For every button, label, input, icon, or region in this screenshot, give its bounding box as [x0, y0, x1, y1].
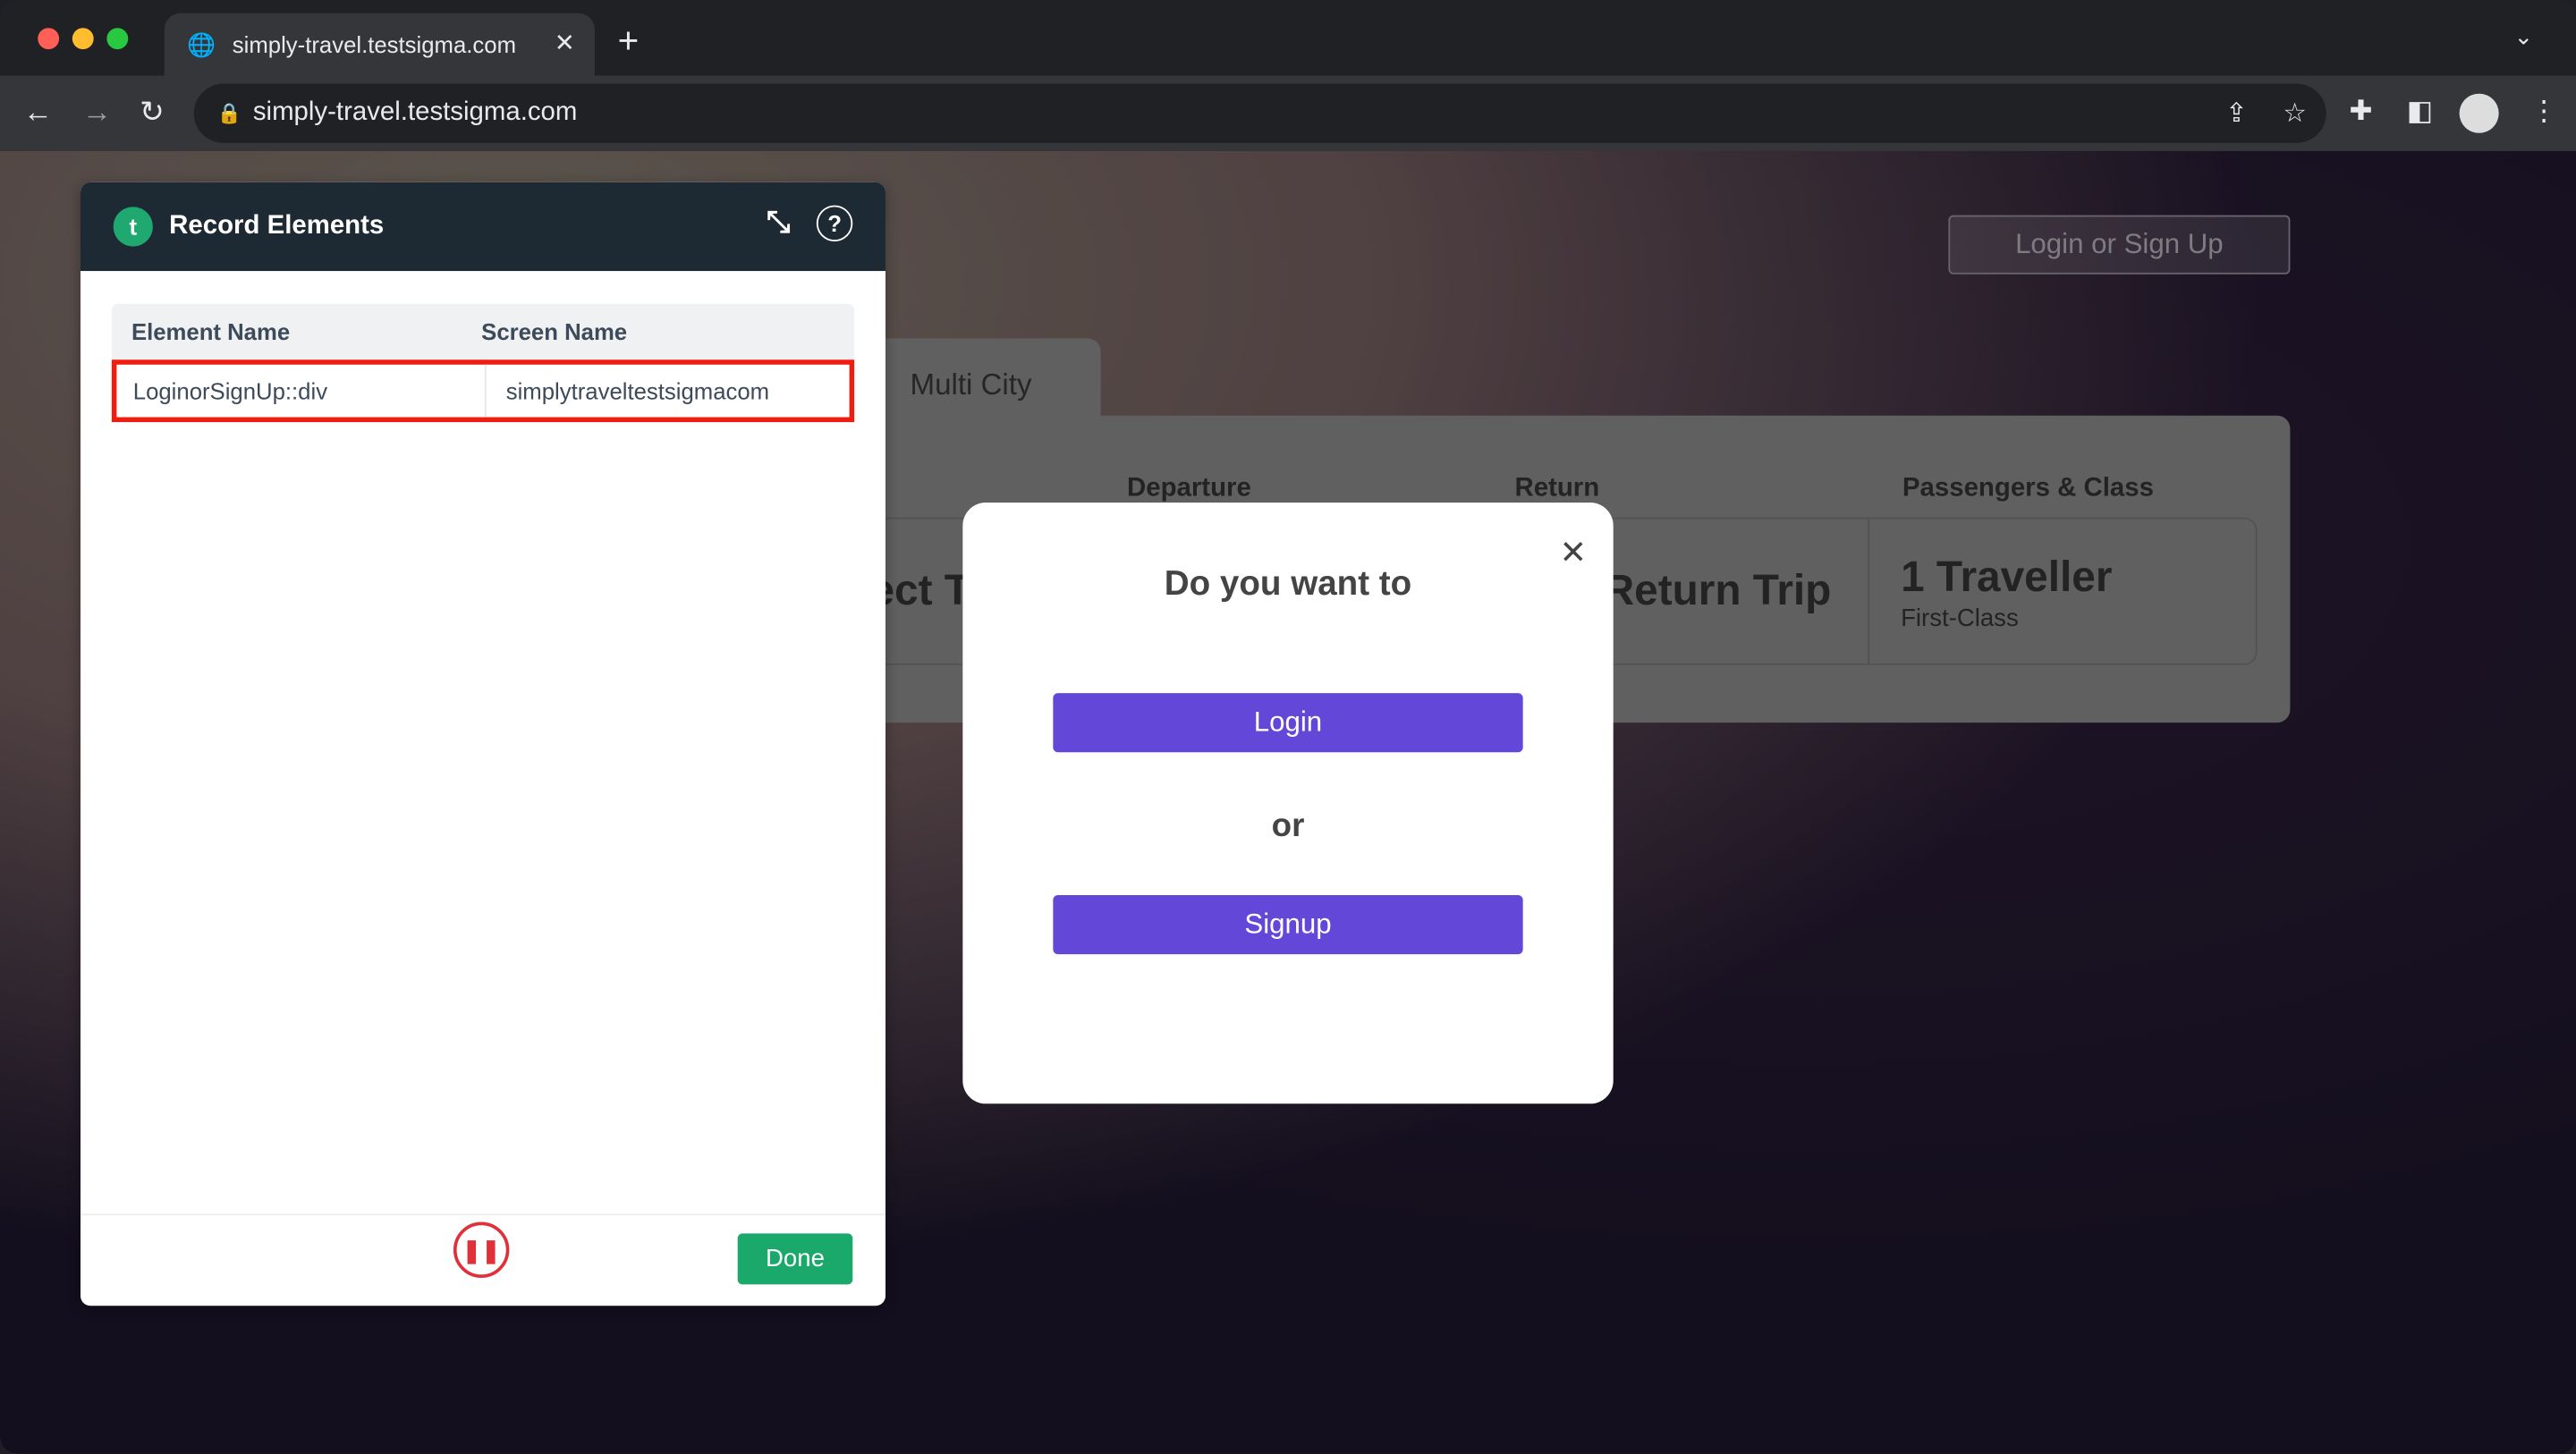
back-icon[interactable]: ←: [23, 96, 53, 131]
minimize-arrows-icon[interactable]: ⤡: [767, 206, 790, 241]
window-zoom-button[interactable]: [106, 28, 129, 50]
table-header: Element Name Screen Name: [111, 303, 855, 360]
close-tab-icon[interactable]: ✕: [555, 28, 575, 57]
column-screen-name: Screen Name: [481, 318, 628, 345]
address-bar[interactable]: 🔒 simply-travel.testsigma.com ⇪ ☆: [193, 83, 2326, 143]
window-close-button[interactable]: [38, 28, 60, 50]
pause-icon[interactable]: ❚❚: [453, 1222, 510, 1278]
share-icon[interactable]: ⇪: [2225, 97, 2248, 130]
tab-title: simply-travel.testsigma.com: [232, 30, 516, 58]
login-button[interactable]: Login: [1053, 693, 1523, 753]
star-icon[interactable]: ☆: [2283, 97, 2306, 130]
chevron-down-icon[interactable]: ⌄: [2514, 23, 2534, 51]
side-panel-icon[interactable]: ◧: [2407, 96, 2434, 129]
help-icon[interactable]: ?: [816, 205, 853, 241]
forward-icon[interactable]: →: [82, 96, 112, 131]
lock-icon: 🔒: [216, 101, 242, 125]
screen-name-cell: simplytraveltestsigmacom: [505, 377, 770, 404]
login-modal: ✕ Do you want to Login or Signup: [962, 503, 1614, 1104]
testsigma-logo-icon: t: [113, 207, 153, 247]
reload-icon[interactable]: ↻: [140, 96, 165, 131]
globe-icon: 🌐: [187, 30, 216, 57]
elements-table: Element Name Screen Name LoginorSignUp::…: [111, 303, 855, 423]
signup-button[interactable]: Signup: [1053, 895, 1523, 955]
tab-bar: 🌐 simply-travel.testsigma.com ✕ + ⌄: [0, 0, 2576, 76]
column-element-name: Element Name: [131, 318, 291, 345]
or-text: or: [1271, 807, 1305, 845]
panel-header: t Record Elements ⤡ ?: [80, 182, 886, 272]
window-minimize-button[interactable]: [72, 28, 94, 50]
modal-title: Do you want to: [1164, 564, 1412, 604]
menu-icon[interactable]: ⋮: [2530, 96, 2558, 129]
done-button[interactable]: Done: [737, 1233, 853, 1285]
extensions-icon[interactable]: ✚: [2350, 96, 2373, 129]
url-text: simply-travel.testsigma.com: [252, 98, 578, 127]
new-tab-button[interactable]: +: [618, 20, 640, 63]
avatar[interactable]: [2459, 93, 2499, 133]
browser-toolbar: ← → ↻ 🔒 simply-travel.testsigma.com ⇪ ☆ …: [0, 75, 2576, 151]
element-name-cell: LoginorSignUp::div: [116, 364, 487, 418]
browser-tab[interactable]: 🌐 simply-travel.testsigma.com ✕: [164, 13, 595, 76]
panel-footer: ❚❚ Done: [80, 1213, 886, 1306]
panel-title: Record Elements: [169, 211, 385, 241]
record-elements-panel: t Record Elements ⤡ ? Element Name Scree…: [80, 182, 886, 1306]
table-row[interactable]: LoginorSignUp::div simplytraveltestsigma…: [111, 359, 855, 423]
